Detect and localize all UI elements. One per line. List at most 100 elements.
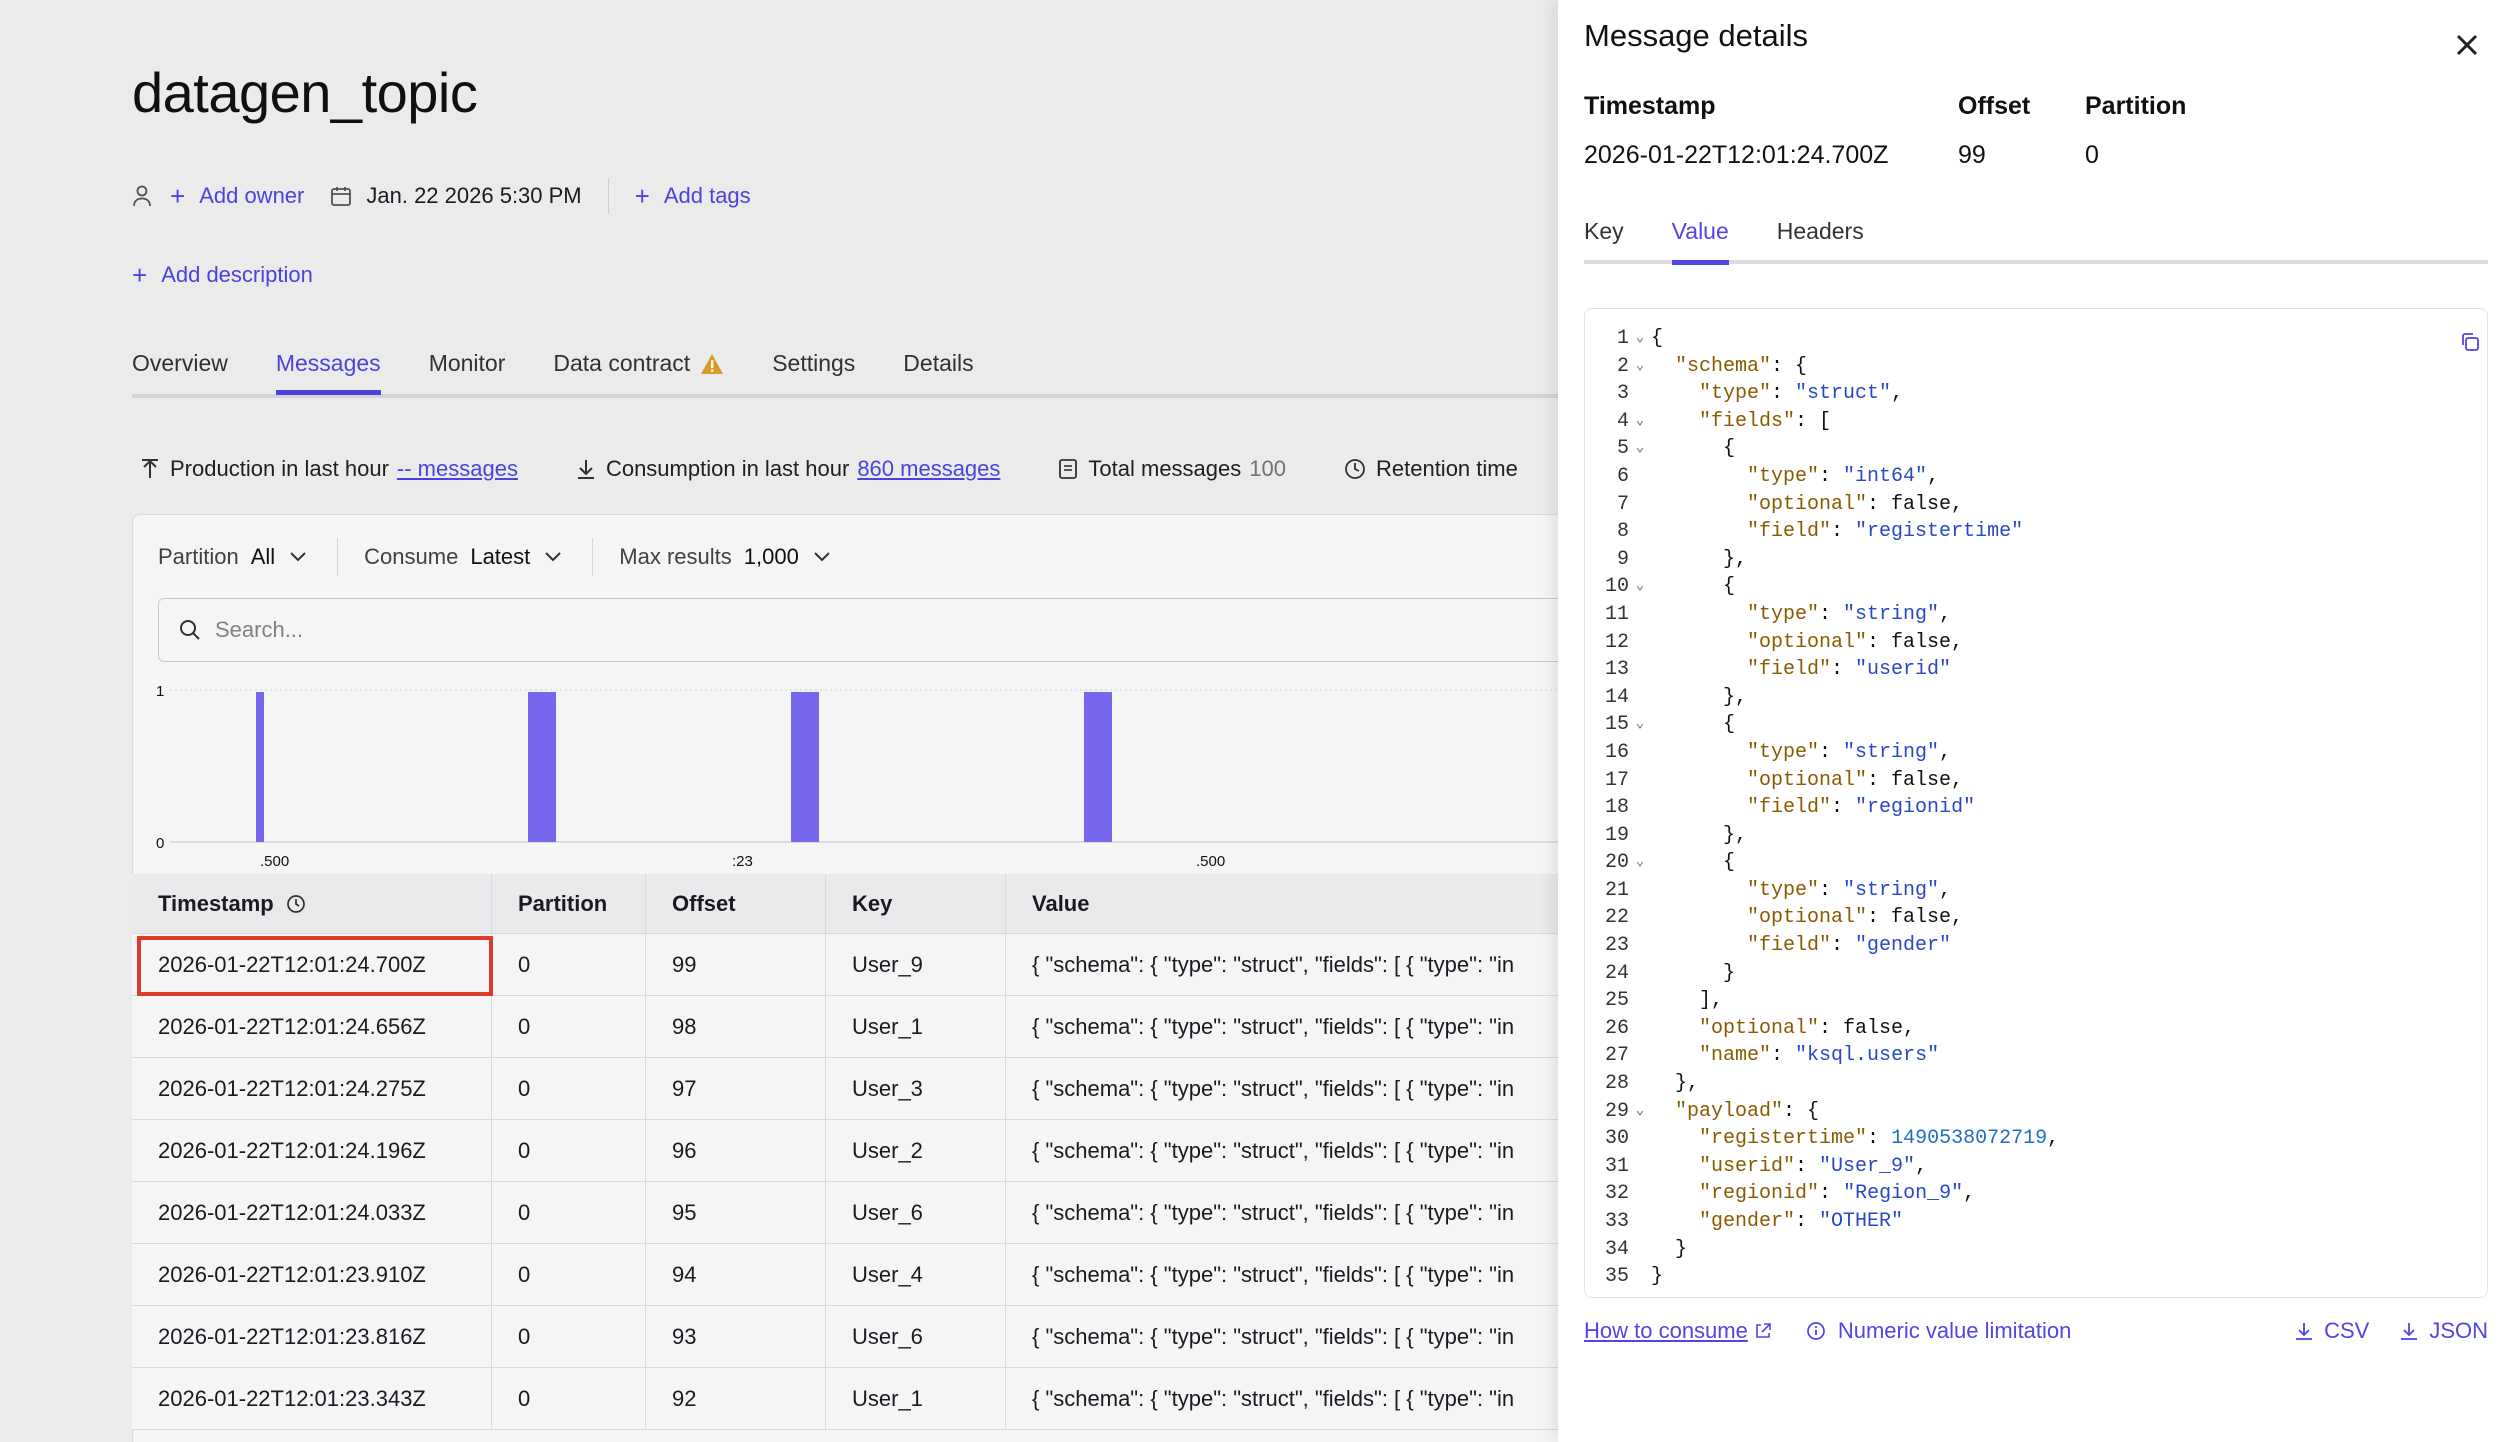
- tab-overview[interactable]: Overview: [132, 350, 228, 391]
- cell-offset: 96: [646, 1120, 826, 1181]
- line-number: 13: [1604, 658, 1629, 682]
- tab-settings[interactable]: Settings: [772, 350, 855, 391]
- line-text: "field": "registertime": [1747, 520, 2024, 544]
- code-line: 33 "gender": "OTHER": [1585, 1208, 2059, 1236]
- line-number: 1: [1616, 327, 1629, 350]
- column-header-timestamp[interactable]: Timestamp: [132, 874, 492, 933]
- numeric-value-limitation-link[interactable]: Numeric value limitation: [1806, 1318, 2071, 1344]
- chart-bar[interactable]: [528, 692, 556, 842]
- close-button[interactable]: [2452, 30, 2482, 60]
- column-header-partition[interactable]: Partition: [492, 874, 646, 933]
- code-line: 23 "field": "gender": [1585, 932, 2059, 960]
- tab-data-contract[interactable]: Data contract: [553, 350, 724, 391]
- line-number: 30: [1604, 1127, 1629, 1151]
- document-icon: [1058, 458, 1078, 480]
- table-row[interactable]: 2026-01-22T12:01:24.275Z 0 97 User_3 { "sche…: [132, 1058, 1560, 1120]
- table-row[interactable]: 2026-01-22T12:01:23.816Z 0 93 User_6 { "sche…: [132, 1306, 1560, 1368]
- table-row[interactable]: 2026-01-22T12:01:23.910Z 0 94 User_4 { "sche…: [132, 1244, 1560, 1306]
- fold-gutter: [1629, 629, 1651, 657]
- page-title: datagen_topic: [132, 61, 478, 124]
- search-input[interactable]: [215, 617, 1515, 643]
- fold-gutter: [1629, 822, 1651, 850]
- line-text: "optional": false,: [1747, 906, 1964, 930]
- download-icon: [576, 458, 596, 480]
- tab-monitor[interactable]: Monitor: [429, 350, 506, 391]
- cell-offset: 98: [646, 996, 826, 1057]
- y-tick-label: 0: [156, 835, 164, 852]
- line-text: "schema": {: [1675, 354, 1808, 378]
- add-owner-link[interactable]: + Add owner: [170, 183, 304, 209]
- download-icon: [2399, 1321, 2419, 1341]
- copy-icon[interactable]: [2459, 331, 2481, 353]
- calendar-icon: [330, 185, 352, 207]
- topic-stats: Production in last hour -- messages Cons…: [140, 456, 1560, 482]
- cell-value: { "schema": { "type": "struct", "fields"…: [1032, 1075, 1515, 1101]
- cell-key: User_1: [826, 1368, 1006, 1429]
- fold-gutter: [1629, 932, 1651, 960]
- download-json-button[interactable]: JSON: [2399, 1318, 2488, 1344]
- line-text: "userid": "User_9",: [1699, 1154, 1928, 1178]
- code-line: 1 ⌄{: [1585, 325, 2059, 353]
- code-line: 32 "regionid": "Region_9",: [1585, 1180, 2059, 1208]
- code-line: 30 "registertime": 1490538072719,: [1585, 1125, 2059, 1153]
- tab-headers[interactable]: Headers: [1777, 218, 1864, 261]
- line-text: {: [1651, 713, 1736, 737]
- line-number: 35: [1604, 1265, 1629, 1289]
- table-row[interactable]: 2026-01-22T12:01:24.700Z 0 99 User_9 { "sche…: [132, 934, 1560, 996]
- cell-key: User_4: [826, 1244, 1006, 1305]
- max-results-filter[interactable]: Max results 1,000: [619, 544, 861, 570]
- how-to-consume-link[interactable]: How to consume: [1584, 1318, 1772, 1344]
- download-csv-button[interactable]: CSV: [2294, 1318, 2369, 1344]
- fold-gutter: [1629, 794, 1651, 822]
- fold-chevron-icon[interactable]: ⌄: [1629, 1098, 1651, 1126]
- cell-timestamp: 2026-01-22T12:01:23.910Z: [132, 1244, 492, 1305]
- stat-retention: Retention time: [1344, 456, 1518, 482]
- line-text: "optional": false,: [1747, 768, 1964, 792]
- search-box: [158, 598, 1560, 662]
- fold-chevron-icon[interactable]: ⌄: [1629, 849, 1651, 877]
- consumption-messages-link[interactable]: 860 messages: [857, 456, 1000, 482]
- created-date: Jan. 22 2026 5:30 PM: [366, 183, 582, 208]
- value-code-viewer[interactable]: 1 ⌄{2 ⌄ "schema": {3 "type": "struct", 4 ⌄ "…: [1584, 308, 2488, 1298]
- partition-filter[interactable]: Partition All: [158, 544, 337, 570]
- line-number: 19: [1604, 823, 1629, 847]
- tab-key[interactable]: Key: [1584, 218, 1624, 261]
- line-text: {: [1651, 575, 1736, 599]
- fold-gutter: [1629, 767, 1651, 795]
- tab-messages[interactable]: Messages: [275, 350, 381, 395]
- chart-bar[interactable]: [791, 692, 819, 842]
- code-line: 19 },: [1585, 822, 2059, 850]
- consume-filter[interactable]: Consume Latest: [364, 544, 592, 570]
- fold-chevron-icon[interactable]: ⌄: [1629, 353, 1651, 381]
- clock-icon: [286, 894, 306, 914]
- table-row[interactable]: 2026-01-22T12:01:24.196Z 0 96 User_2 { "sche…: [132, 1120, 1560, 1182]
- cell-offset: 93: [646, 1306, 826, 1367]
- add-tags-link[interactable]: + Add tags: [635, 183, 751, 209]
- stat-consumption: Consumption in last hour 860 messages: [576, 456, 1000, 482]
- fold-chevron-icon[interactable]: ⌄: [1629, 325, 1651, 353]
- fold-chevron-icon[interactable]: ⌄: [1629, 408, 1651, 436]
- line-text: }: [1651, 1237, 1688, 1261]
- fold-gutter: [1629, 1208, 1651, 1236]
- add-description-link[interactable]: + Add description: [132, 262, 313, 288]
- code-line: 24 }: [1585, 960, 2059, 988]
- y-tick-label: 1: [156, 683, 164, 700]
- column-header-value[interactable]: Value: [1006, 874, 1560, 933]
- production-messages-link[interactable]: -- messages: [397, 456, 518, 482]
- line-text: "payload": {: [1675, 1099, 1820, 1123]
- cell-offset: 94: [646, 1244, 826, 1305]
- table-row[interactable]: 2026-01-22T12:01:24.656Z 0 98 User_1 { "sche…: [132, 996, 1560, 1058]
- chart-bar[interactable]: [1084, 692, 1112, 842]
- fold-chevron-icon[interactable]: ⌄: [1629, 573, 1651, 601]
- tab-value[interactable]: Value: [1671, 218, 1729, 265]
- tab-details[interactable]: Details: [903, 350, 973, 391]
- column-header-key[interactable]: Key: [826, 874, 1006, 933]
- table-row[interactable]: 2026-01-22T12:01:24.033Z 0 95 User_6 { "sche…: [132, 1182, 1560, 1244]
- table-row[interactable]: 2026-01-22T12:01:23.343Z 0 92 User_1 { "sche…: [132, 1368, 1560, 1430]
- code-line: 10 ⌄ {: [1585, 573, 2059, 601]
- column-header-offset[interactable]: Offset: [646, 874, 826, 933]
- fold-chevron-icon[interactable]: ⌄: [1629, 711, 1651, 739]
- line-number: 24: [1604, 961, 1629, 985]
- fold-chevron-icon[interactable]: ⌄: [1629, 435, 1651, 463]
- chart-bar[interactable]: [256, 692, 264, 842]
